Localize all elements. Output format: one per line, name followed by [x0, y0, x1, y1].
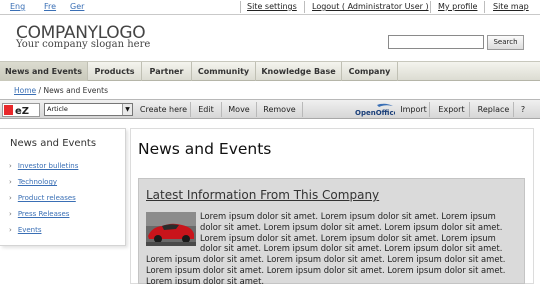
main-navigation: News and Events Products Partner Communi… [0, 61, 540, 81]
site-settings-link[interactable]: Site settings [247, 2, 297, 11]
bullet-icon: › [9, 226, 12, 234]
sidebar-item-label[interactable]: Technology [18, 178, 57, 186]
sidebar: News and Events › Investor bulletins › Tec… [0, 128, 126, 246]
ez-logo-icon: eZ [2, 103, 40, 117]
class-select-value: Article [47, 105, 68, 113]
class-select[interactable]: Article ▼ [44, 103, 133, 116]
nav-partner[interactable]: Partner [142, 62, 192, 81]
export-button[interactable]: Export [434, 102, 470, 117]
top-bar: Eng Fre Ger Site settings Logout ( Admin… [0, 0, 540, 15]
breadcrumb-home-link[interactable]: Home [14, 86, 36, 95]
sidebar-item-press-releases[interactable]: › Press Releases [9, 210, 69, 218]
nav-knowledge-base[interactable]: Knowledge Base [256, 62, 342, 81]
logout-link[interactable]: Logout ( Administrator User ) [312, 2, 429, 11]
sidebar-item-label[interactable]: Product releases [18, 194, 76, 202]
nav-products[interactable]: Products [88, 62, 142, 81]
language-ger-link[interactable]: Ger [70, 2, 84, 11]
sidebar-item-product-releases[interactable]: › Product releases [9, 194, 76, 202]
language-eng-link[interactable]: Eng [10, 2, 25, 11]
edit-button[interactable]: Edit [191, 102, 222, 117]
sidebar-item-technology[interactable]: › Technology [9, 178, 57, 186]
company-slogan: Your company slogan here [16, 39, 151, 50]
svg-text:eZ: eZ [15, 106, 29, 117]
openoffice-label: OpenOffice [355, 109, 395, 117]
bullet-icon: › [9, 162, 12, 170]
bullet-icon: › [9, 178, 12, 186]
remove-button[interactable]: Remove [257, 102, 303, 117]
sidebar-item-label[interactable]: Events [18, 226, 42, 234]
top-separator [430, 1, 431, 13]
breadcrumb: Home / News and Events [14, 86, 108, 95]
top-separator [304, 1, 305, 13]
bullet-icon: › [9, 194, 12, 202]
sidebar-item-events[interactable]: › Events [9, 226, 42, 234]
sidebar-item-label[interactable]: Press Releases [18, 210, 70, 218]
move-button[interactable]: Move [222, 102, 257, 117]
breadcrumb-current: News and Events [43, 86, 108, 95]
top-separator [484, 1, 485, 13]
nav-news-and-events[interactable]: News and Events [0, 62, 88, 81]
top-separator [240, 1, 241, 13]
replace-button[interactable]: Replace [474, 102, 514, 117]
create-here-button[interactable]: Create here [137, 102, 191, 117]
my-profile-link[interactable]: My profile [438, 2, 477, 11]
language-fre-link[interactable]: Fre [44, 2, 56, 11]
article-paragraph: Lorem ipsum dolor sit amet. Lorem ipsum … [146, 211, 516, 284]
image-spacer [146, 211, 200, 246]
openoffice-logo-icon: OpenOffice [355, 103, 395, 117]
import-button[interactable]: Import [398, 102, 430, 117]
site-map-link[interactable]: Site map [493, 2, 529, 11]
nav-company[interactable]: Company [342, 62, 398, 81]
sidebar-item-label[interactable]: Investor bulletins [18, 162, 79, 170]
chevron-down-icon: ▼ [122, 104, 132, 115]
search-input[interactable] [388, 35, 484, 49]
article-text: Lorem ipsum dolor sit amet. Lorem ipsum … [146, 211, 506, 284]
help-button[interactable]: ? [516, 102, 530, 117]
sidebar-item-investor-bulletins[interactable]: › Investor bulletins [9, 162, 78, 170]
info-title-link[interactable]: Latest Information From This Company [146, 188, 379, 202]
page-title: News and Events [138, 140, 272, 158]
search-button[interactable]: Search [487, 35, 524, 50]
ez-toolbar: eZ Article ▼ Create here Edit Move Remov… [0, 99, 540, 119]
nav-community[interactable]: Community [192, 62, 256, 81]
bullet-icon: › [9, 210, 12, 218]
sidebar-title: News and Events [10, 138, 97, 149]
